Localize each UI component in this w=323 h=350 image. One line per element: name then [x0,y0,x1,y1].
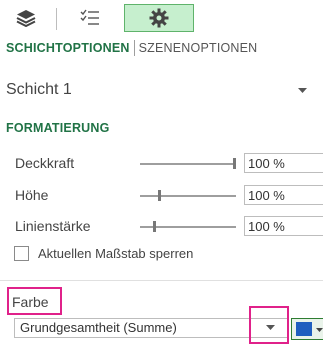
aggregation-dropdown[interactable]: Grundgesamtheit (Summe) [14,318,289,338]
thickness-value-input[interactable]: 100 % [244,216,323,236]
height-slider-thumb[interactable] [158,190,161,201]
thickness-slider-thumb[interactable] [153,221,156,232]
field-list-button[interactable] [70,4,110,32]
tab-scene-options[interactable]: SZENENOPTIONEN [139,41,258,55]
chevron-down-icon [298,88,307,93]
color-picker-button[interactable] [291,318,323,340]
gear-icon [149,8,169,28]
pane-toolbar [0,0,323,36]
settings-button[interactable] [124,4,194,32]
thickness-slider[interactable] [140,221,236,232]
opacity-value-input[interactable]: 100 % [244,153,323,173]
color-label-highlight [7,287,62,315]
layers-icon [16,10,36,27]
section-divider [0,280,323,281]
formatting-heading: FORMATIERUNG [6,121,110,135]
chevron-down-icon [316,328,323,332]
toolbar-divider [56,8,57,30]
options-tabs: SCHICHTOPTIONEN SZENENOPTIONEN [6,39,257,57]
opacity-label: Deckkraft [15,155,75,171]
dropdown-arrow-highlight [249,306,289,344]
opacity-slider-thumb[interactable] [233,158,236,169]
opacity-slider[interactable] [140,158,236,169]
layer-name: Schicht 1 [6,81,72,98]
tab-divider [133,40,135,56]
list-icon [80,9,99,25]
height-slider[interactable] [140,190,236,201]
thickness-label: Linienstärke [15,218,91,234]
layers-button[interactable] [6,4,46,32]
height-value-input[interactable]: 100 % [244,185,323,205]
tab-layer-options[interactable]: SCHICHTOPTIONEN [6,41,130,55]
lock-scale-label: Aktuellen Maßstab sperren [38,246,194,261]
color-swatch [296,322,312,336]
layer-dropdown[interactable]: Schicht 1 [6,78,311,104]
lock-scale-checkbox[interactable] [14,246,29,261]
height-label: Höhe [15,187,49,203]
